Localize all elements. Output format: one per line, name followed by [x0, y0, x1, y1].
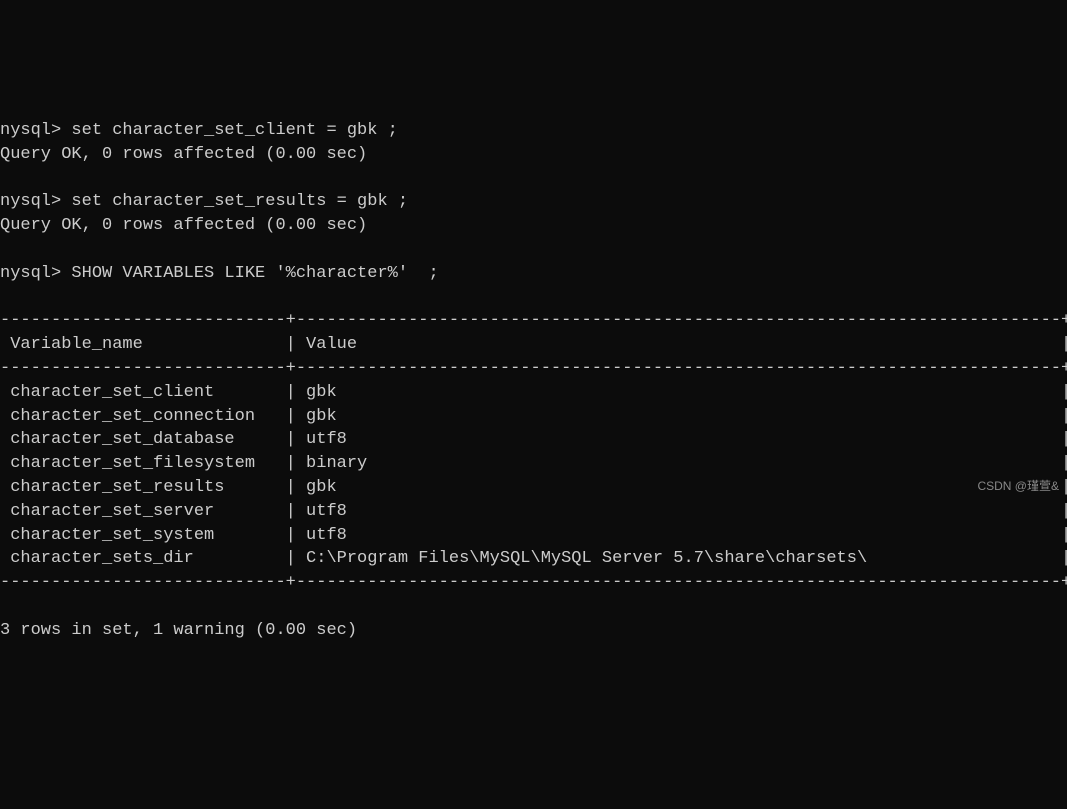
watermark: CSDN @瑾萱&: [977, 478, 1059, 495]
prompt-line: nysql> set character_set_client = gbk ;: [0, 119, 1067, 143]
terminal-output: nysql> set character_set_client = gbk ;Q…: [0, 95, 1067, 666]
table-row: character_sets_dir | C:\Program Files\My…: [0, 547, 1067, 571]
prompt-line: nysql> SHOW VARIABLES LIKE '%character%'…: [0, 262, 1067, 286]
prompt-line: nysql> set character_set_results = gbk ;: [0, 190, 1067, 214]
command-block: nysql> set character_set_client = gbk ;Q…: [0, 119, 1067, 286]
result-table: ----------------------------+-----------…: [0, 309, 1067, 595]
blank-line: [0, 238, 1067, 262]
table-border: ----------------------------+-----------…: [0, 571, 1067, 595]
result-line: Query OK, 0 rows affected (0.00 sec): [0, 214, 1067, 238]
table-row: character_set_client | gbk |: [0, 381, 1067, 405]
table-row: character_set_system | utf8 |: [0, 524, 1067, 548]
table-row: character_set_filesystem | binary |: [0, 452, 1067, 476]
blank-line: [0, 167, 1067, 191]
table-row: character_set_connection | gbk |: [0, 405, 1067, 429]
table-row: character_set_server | utf8 |: [0, 500, 1067, 524]
table-border: ----------------------------+-----------…: [0, 357, 1067, 381]
table-row: character_set_database | utf8 |: [0, 428, 1067, 452]
summary-line: 3 rows in set, 1 warning (0.00 sec): [0, 619, 1067, 643]
result-line: Query OK, 0 rows affected (0.00 sec): [0, 143, 1067, 167]
table-header: Variable_name | Value |: [0, 333, 1067, 357]
table-row: character_set_results | gbk |: [0, 476, 1067, 500]
table-border: ----------------------------+-----------…: [0, 309, 1067, 333]
